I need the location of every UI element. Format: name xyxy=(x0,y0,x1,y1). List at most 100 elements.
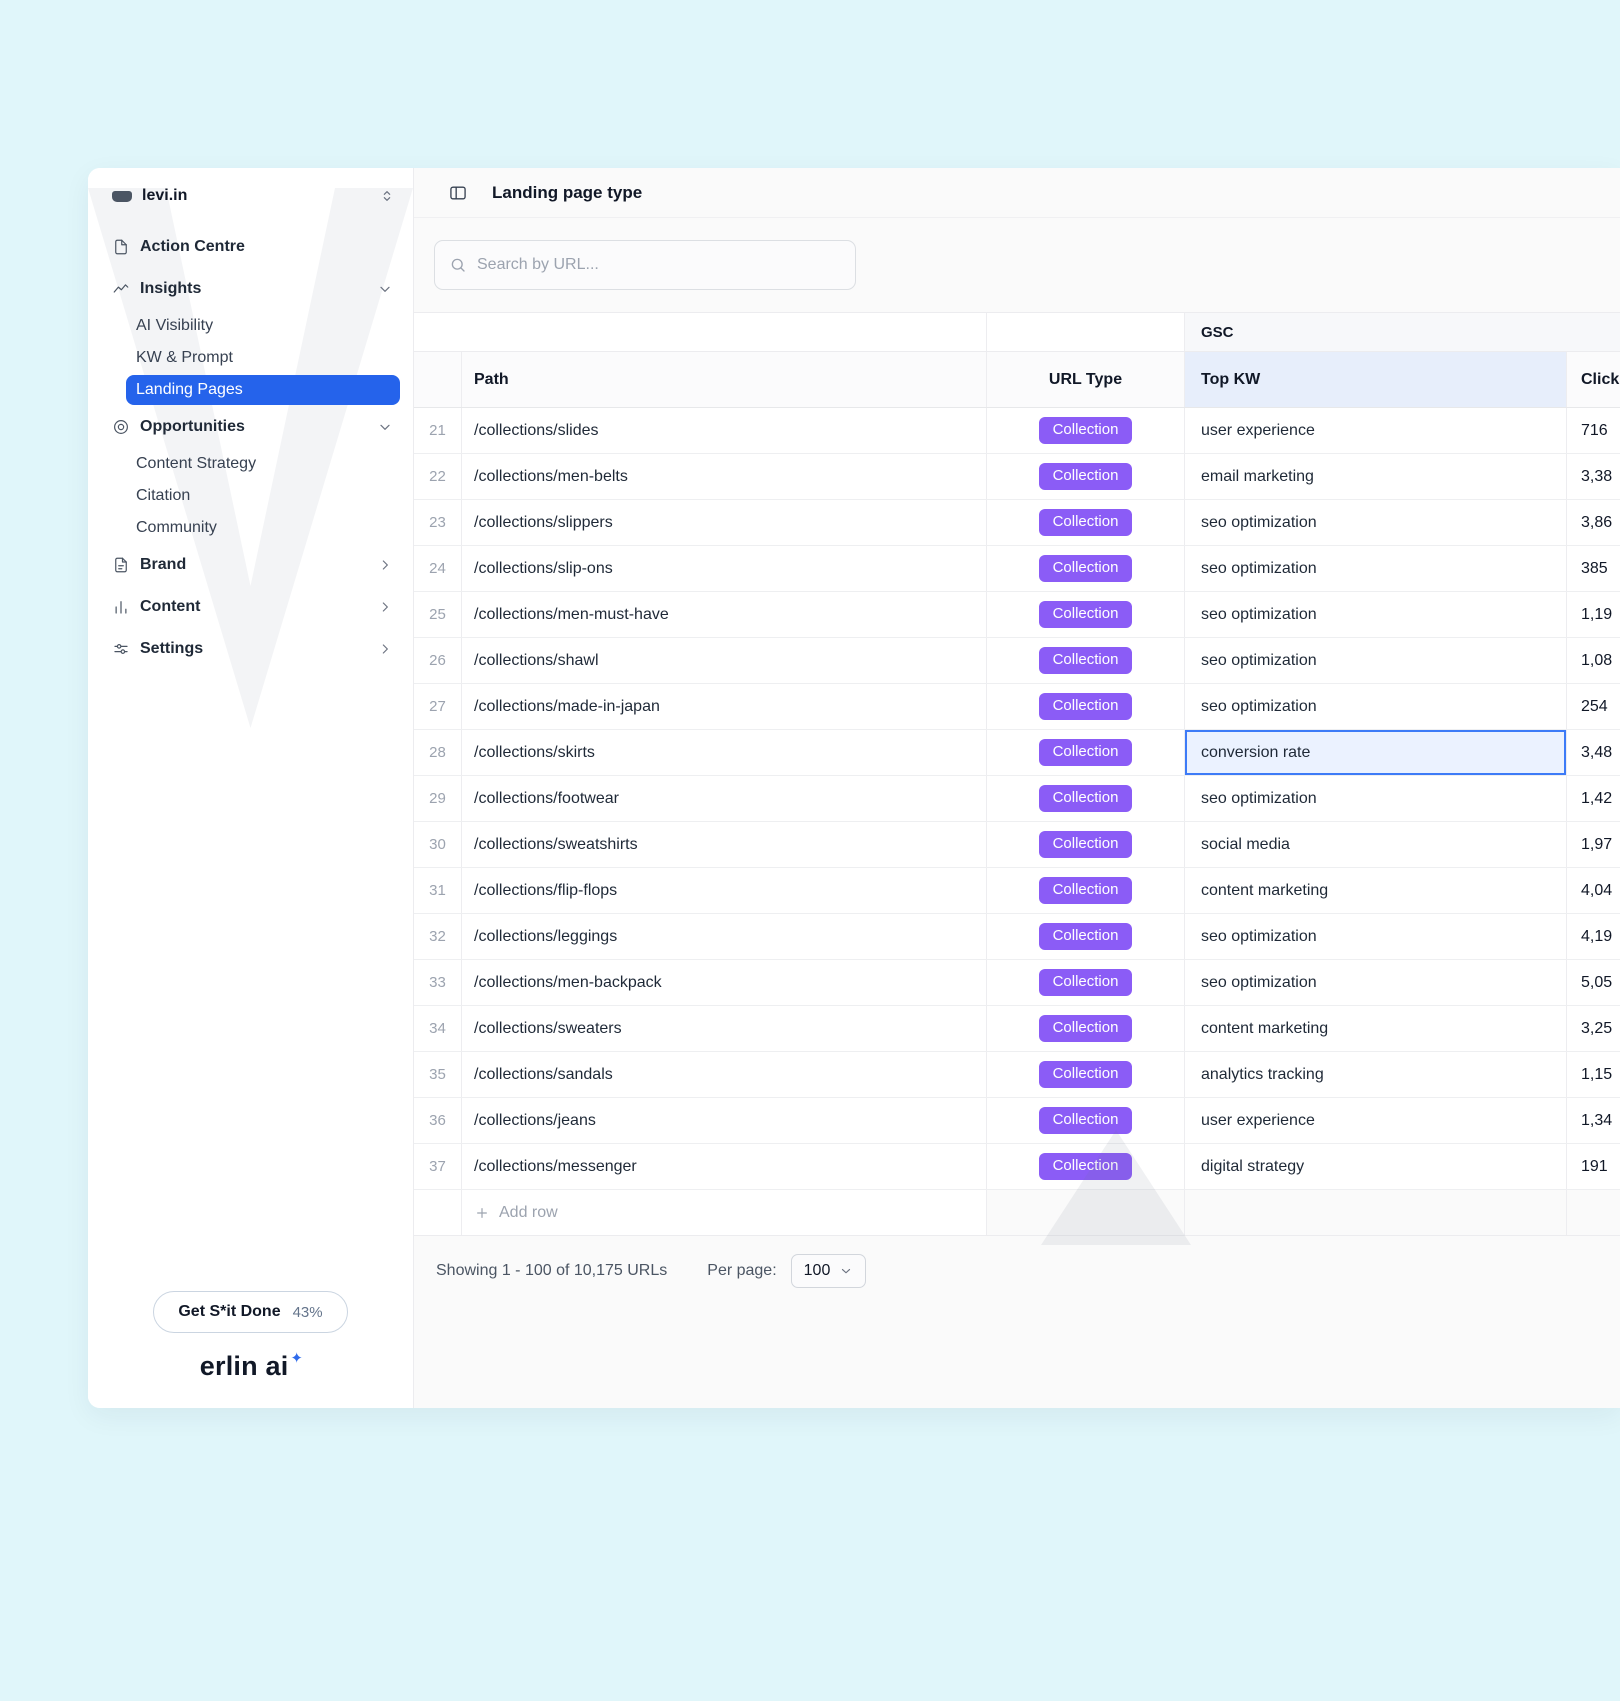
row-number: 35 xyxy=(429,1066,446,1083)
sidebar-item-insights[interactable]: Insights xyxy=(88,268,413,310)
path-cell[interactable]: /collections/flip-flops xyxy=(461,868,986,913)
path-cell[interactable]: /collections/made-in-japan xyxy=(461,684,986,729)
column-header-path[interactable]: Path xyxy=(461,352,986,407)
top-kw-cell[interactable]: analytics tracking xyxy=(1184,1052,1566,1097)
table-row[interactable]: 29 /collections/footwear Collection seo … xyxy=(414,776,1620,822)
table-row[interactable]: 27 /collections/made-in-japan Collection… xyxy=(414,684,1620,730)
top-kw-cell[interactable]: user experience xyxy=(1184,1098,1566,1143)
sidebar-item-content[interactable]: Content xyxy=(88,586,413,628)
table-row[interactable]: 35 /collections/sandals Collection analy… xyxy=(414,1052,1620,1098)
top-kw-cell[interactable]: seo optimization xyxy=(1184,914,1566,959)
path-cell[interactable]: /collections/slip-ons xyxy=(461,546,986,591)
url-type-cell[interactable]: Collection xyxy=(986,500,1184,545)
search-input[interactable] xyxy=(477,256,841,274)
path-cell[interactable]: /collections/sweatshirts xyxy=(461,822,986,867)
top-kw-cell[interactable]: seo optimization xyxy=(1184,546,1566,591)
workspace-switcher[interactable]: levi.in xyxy=(88,178,413,214)
path-cell[interactable]: /collections/men-must-have xyxy=(461,592,986,637)
column-header-top-kw[interactable]: Top KW xyxy=(1184,352,1566,407)
url-type-cell[interactable]: Collection xyxy=(986,914,1184,959)
top-kw-cell[interactable]: seo optimization xyxy=(1184,500,1566,545)
sliders-icon xyxy=(112,640,130,658)
path-cell[interactable]: /collections/jeans xyxy=(461,1098,986,1143)
path-cell[interactable]: /collections/slippers xyxy=(461,500,986,545)
opportunities-submenu: Content Strategy Citation Community xyxy=(88,448,413,544)
column-header-clicks[interactable]: Clicks xyxy=(1566,352,1620,407)
row-number: 26 xyxy=(429,652,446,669)
sidebar-item-action-centre[interactable]: Action Centre xyxy=(88,226,413,268)
url-type-cell[interactable]: Collection xyxy=(986,1006,1184,1051)
path-cell[interactable]: /collections/footwear xyxy=(461,776,986,821)
sidebar-item-landing-pages[interactable]: Landing Pages xyxy=(126,375,400,405)
url-type-cell[interactable]: Collection xyxy=(986,1052,1184,1097)
table-row[interactable]: 33 /collections/men-backpack Collection … xyxy=(414,960,1620,1006)
add-row-button[interactable]: Add row xyxy=(414,1190,1620,1236)
table-row[interactable]: 28 /collections/skirts Collection conver… xyxy=(414,730,1620,776)
sidebar-item-kw-prompt[interactable]: KW & Prompt xyxy=(126,343,400,373)
top-kw-cell[interactable]: seo optimization xyxy=(1184,684,1566,729)
table-row[interactable]: 26 /collections/shawl Collection seo opt… xyxy=(414,638,1620,684)
path-cell[interactable]: /collections/slides xyxy=(461,408,986,453)
top-kw-cell[interactable]: conversion rate xyxy=(1184,730,1566,775)
url-type-cell[interactable]: Collection xyxy=(986,684,1184,729)
sidebar-item-brand[interactable]: Brand xyxy=(88,544,413,586)
get-it-done-button[interactable]: Get S*it Done 43% xyxy=(153,1291,348,1333)
url-type-cell[interactable]: Collection xyxy=(986,960,1184,1005)
url-type-cell[interactable]: Collection xyxy=(986,776,1184,821)
table-row[interactable]: 22 /collections/men-belts Collection ema… xyxy=(414,454,1620,500)
erlin-ai-logo: erlin ai ✦ xyxy=(200,1350,303,1382)
table-row[interactable]: 37 /collections/messenger Collection dig… xyxy=(414,1144,1620,1190)
top-kw-cell[interactable]: seo optimization xyxy=(1184,776,1566,821)
top-kw-cell[interactable]: digital strategy xyxy=(1184,1144,1566,1189)
sidebar-item-opportunities[interactable]: Opportunities xyxy=(88,406,413,448)
url-type-cell[interactable]: Collection xyxy=(986,1098,1184,1143)
per-page-select[interactable]: 100 xyxy=(790,1254,867,1288)
url-type-cell[interactable]: Collection xyxy=(986,408,1184,453)
url-type-cell[interactable]: Collection xyxy=(986,1144,1184,1189)
sidebar-item-ai-visibility[interactable]: AI Visibility xyxy=(126,311,400,341)
sidebar-item-citation[interactable]: Citation xyxy=(126,481,400,511)
top-kw-cell[interactable]: seo optimization xyxy=(1184,592,1566,637)
sidebar-item-content-strategy[interactable]: Content Strategy xyxy=(126,449,400,479)
url-type-cell[interactable]: Collection xyxy=(986,638,1184,683)
top-kw-cell[interactable]: social media xyxy=(1184,822,1566,867)
path-cell[interactable]: /collections/leggings xyxy=(461,914,986,959)
path-cell[interactable]: /collections/men-belts xyxy=(461,454,986,499)
sidebar-toggle-icon[interactable] xyxy=(448,183,468,203)
path-cell[interactable]: /collections/sandals xyxy=(461,1052,986,1097)
top-kw-cell[interactable]: content marketing xyxy=(1184,1006,1566,1051)
table-row[interactable]: 34 /collections/sweaters Collection cont… xyxy=(414,1006,1620,1052)
table-row[interactable]: 23 /collections/slippers Collection seo … xyxy=(414,500,1620,546)
column-header-url-type[interactable]: URL Type xyxy=(986,352,1184,407)
url-type-badge: Collection xyxy=(1038,693,1133,720)
table-row[interactable]: 36 /collections/jeans Collection user ex… xyxy=(414,1098,1620,1144)
sidebar-item-settings[interactable]: Settings xyxy=(88,628,413,670)
path-cell[interactable]: /collections/sweaters xyxy=(461,1006,986,1051)
path-cell[interactable]: /collections/men-backpack xyxy=(461,960,986,1005)
table-row[interactable]: 30 /collections/sweatshirts Collection s… xyxy=(414,822,1620,868)
table-row[interactable]: 24 /collections/slip-ons Collection seo … xyxy=(414,546,1620,592)
top-kw-cell[interactable]: seo optimization xyxy=(1184,960,1566,1005)
search-box[interactable] xyxy=(434,240,856,290)
path-cell[interactable]: /collections/shawl xyxy=(461,638,986,683)
table-row[interactable]: 21 /collections/slides Collection user e… xyxy=(414,408,1620,454)
url-type-cell[interactable]: Collection xyxy=(986,454,1184,499)
table-row[interactable]: 32 /collections/leggings Collection seo … xyxy=(414,914,1620,960)
chevron-up-down-icon[interactable] xyxy=(379,188,395,204)
top-kw-cell[interactable]: seo optimization xyxy=(1184,638,1566,683)
path-cell[interactable]: /collections/skirts xyxy=(461,730,986,775)
sidebar-item-community[interactable]: Community xyxy=(126,513,400,543)
url-type-cell[interactable]: Collection xyxy=(986,822,1184,867)
top-kw-cell[interactable]: email marketing xyxy=(1184,454,1566,499)
table-row[interactable]: 31 /collections/flip-flops Collection co… xyxy=(414,868,1620,914)
top-kw-cell[interactable]: user experience xyxy=(1184,408,1566,453)
url-type-cell[interactable]: Collection xyxy=(986,868,1184,913)
url-type-cell[interactable]: Collection xyxy=(986,592,1184,637)
clicks-cell: 4,19 xyxy=(1566,914,1620,959)
chevron-right-icon xyxy=(377,641,393,657)
top-kw-cell[interactable]: content marketing xyxy=(1184,868,1566,913)
url-type-cell[interactable]: Collection xyxy=(986,546,1184,591)
url-type-cell[interactable]: Collection xyxy=(986,730,1184,775)
table-row[interactable]: 25 /collections/men-must-have Collection… xyxy=(414,592,1620,638)
path-cell[interactable]: /collections/messenger xyxy=(461,1144,986,1189)
